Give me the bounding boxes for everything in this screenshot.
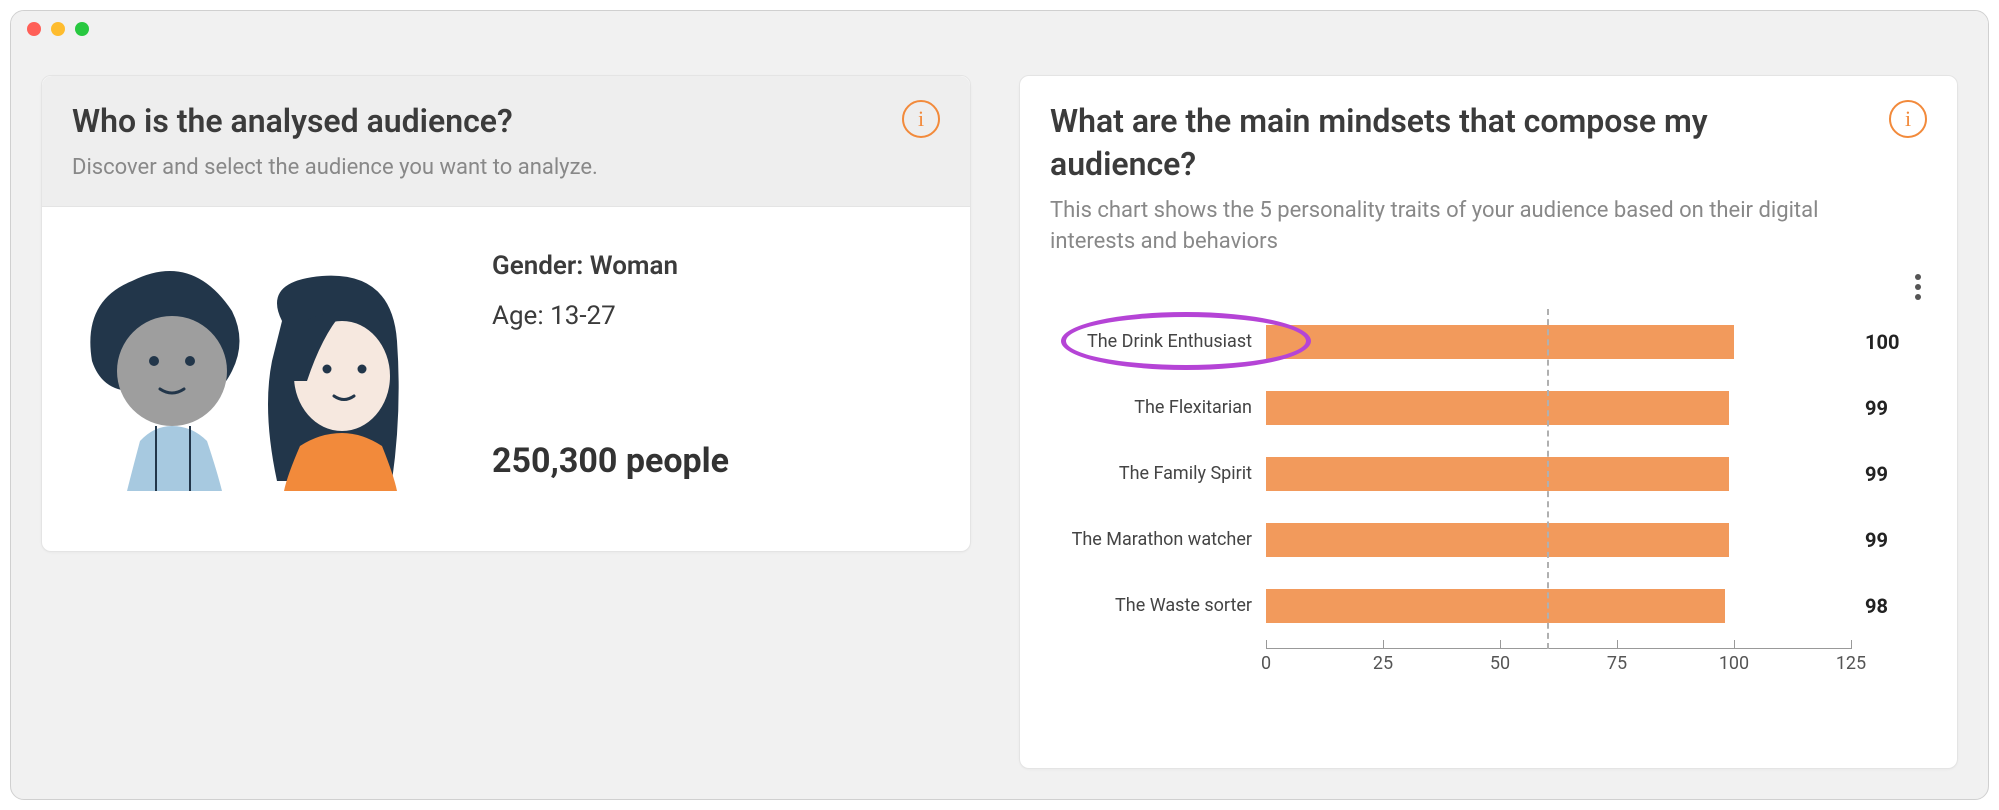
mindsets-card: What are the main mindsets that compose … — [1019, 75, 1958, 769]
bar-value-label: 100 — [1851, 330, 1921, 354]
close-window-icon[interactable] — [27, 22, 41, 36]
audience-card-header: Who is the analysed audience? Discover a… — [42, 76, 970, 207]
audience-illustration — [72, 241, 452, 491]
axis-track: 0255075100125 — [1266, 648, 1851, 676]
axis-tick-label: 50 — [1490, 653, 1510, 674]
axis-tick-label: 125 — [1836, 653, 1866, 674]
more-options-icon[interactable] — [1909, 268, 1927, 306]
browser-window: Who is the analysed audience? Discover a… — [10, 10, 1989, 800]
bar-track — [1266, 450, 1851, 498]
bar-value-label: 98 — [1851, 594, 1921, 618]
age-row: Age: 13-27 — [492, 301, 729, 331]
bar — [1266, 391, 1729, 425]
bar — [1266, 589, 1725, 623]
axis-tick-label: 75 — [1607, 653, 1627, 674]
chart-category-label: The Marathon watcher — [1056, 529, 1266, 550]
audience-count: 250,300 people — [492, 441, 729, 481]
chart-row: The Waste sorter 98 — [1056, 582, 1921, 630]
chart-row: The Flexitarian 99 — [1056, 384, 1921, 432]
bar — [1266, 325, 1734, 359]
chart-category-label: The Flexitarian — [1056, 397, 1266, 418]
bar-track — [1266, 384, 1851, 432]
bar — [1266, 523, 1729, 557]
mindsets-card-title: What are the main mindsets that compose … — [1050, 100, 1830, 186]
chart-category-label: The Family Spirit — [1056, 463, 1266, 484]
mindsets-card-header: What are the main mindsets that compose … — [1020, 76, 1957, 268]
chart-category-label: The Waste sorter — [1056, 595, 1266, 616]
audience-card-title: Who is the analysed audience? — [72, 100, 598, 143]
maximize-window-icon[interactable] — [75, 22, 89, 36]
chart-row: The Drink Enthusiast 100 — [1056, 318, 1921, 366]
bar-value-label: 99 — [1851, 528, 1921, 552]
gender-label: Gender: — [492, 251, 583, 281]
count-suffix: people — [626, 441, 729, 481]
bar-track — [1266, 318, 1851, 366]
mindsets-bar-chart: The Drink Enthusiast 100 The Flexitarian 99… — [1056, 318, 1921, 676]
content-area: Who is the analysed audience? Discover a… — [11, 47, 1988, 799]
bar-value-label: 99 — [1851, 396, 1921, 420]
bar-value-label: 99 — [1851, 462, 1921, 486]
gender-row: Gender: Woman — [492, 251, 729, 281]
window-controls — [11, 11, 1988, 47]
axis-tick-label: 25 — [1373, 653, 1393, 674]
chart-x-axis: 0 25 50 75 100 125 — [1056, 648, 1921, 676]
axis-tick-label: 100 — [1719, 653, 1749, 674]
gender-value: Woman — [590, 251, 678, 281]
reference-line — [1547, 309, 1549, 649]
info-icon[interactable]: i — [902, 100, 940, 138]
bar-track — [1266, 582, 1851, 630]
chart-row: The Marathon watcher 99 — [1056, 516, 1921, 564]
mindsets-card-subtitle: This chart shows the 5 personality trait… — [1050, 196, 1830, 258]
audience-card: Who is the analysed audience? Discover a… — [41, 75, 971, 552]
chart-row: The Family Spirit 99 — [1056, 450, 1921, 498]
info-icon[interactable]: i — [1889, 100, 1927, 138]
audience-card-subtitle: Discover and select the audience you wan… — [72, 153, 598, 184]
audience-card-body: Gender: Woman Age: 13-27 250,300 people — [42, 207, 970, 551]
axis-tick-label: 0 — [1261, 653, 1271, 674]
minimize-window-icon[interactable] — [51, 22, 65, 36]
audience-meta: Gender: Woman Age: 13-27 250,300 people — [492, 251, 729, 481]
mindsets-card-body: The Drink Enthusiast 100 The Flexitarian 99… — [1020, 268, 1957, 768]
age-value: 13-27 — [550, 301, 616, 331]
bar-track — [1266, 516, 1851, 564]
count-value: 250,300 — [492, 441, 617, 481]
age-label: Age: — [492, 301, 544, 331]
bar — [1266, 457, 1729, 491]
chart-category-label: The Drink Enthusiast — [1056, 331, 1266, 352]
